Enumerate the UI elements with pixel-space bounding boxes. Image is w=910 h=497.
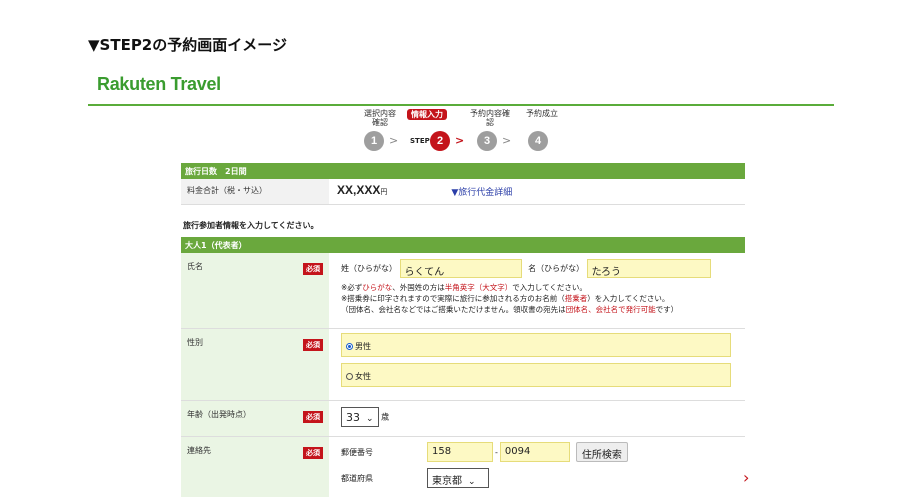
mei-input[interactable]: たろう [586,259,711,278]
step-tag: STEP [410,137,430,145]
zip-separator: - [495,447,498,457]
note-text: ※搭乗券に印字されますので実際に旅行に参加される方のお名前（ [341,294,565,303]
contact-row: 連絡先 必須 郵便番号 158 - 0094 住所検索 都道府県 東京都 ⌄ [181,437,745,497]
step-2-circle: 2 [430,131,450,151]
chevron-down-icon: ⌄ [468,477,476,487]
step-arrow: > [389,134,399,147]
fee-detail-link[interactable]: ▼旅行代金詳細 [451,179,512,204]
adult-1-bar: 大人1（代表者） [181,237,745,253]
required-badge: 必須 [303,263,323,275]
name-label: 氏名 必須 [181,253,329,328]
step-3-circle: 3 [477,131,497,151]
gender-female-option[interactable]: 女性 [341,363,731,387]
page-heading: ▼STEP2の予約画面イメージ [88,36,287,54]
zip2-input[interactable]: 0094 [499,442,570,462]
mei-label: 名（ひらがな） [528,264,585,273]
age-value: 33 [346,411,360,424]
pref-label: 都道府県 [341,473,373,483]
progress-steps: 選択内容 確認 情報入力 予約内容確 認 予約成立 1 > STEP 2 > 3… [352,108,582,156]
age-unit: 歳 [381,412,390,422]
note-text: ）を入力してください。 [587,294,670,303]
gender-row: 性別 必須 男性 女性 [181,329,745,401]
zip-label: 郵便番号 [341,447,373,457]
name-note: ※必ずひらがな、外国姓の方は半角英字（大文字）で入力してください。 ※搭乗券に印… [341,282,733,315]
step-arrow-active: > [455,134,465,147]
step-1-circle: 1 [364,131,384,151]
note-highlight: 団体名、会社名で発行可能 [565,305,656,314]
reservation-form: 旅行日数 2日間 料金合計（税・サ込） XX,XXX円 ▼旅行代金詳細 旅行参加… [181,163,745,497]
female-label: 女性 [355,372,371,381]
note-text: 、外国姓の方は [392,283,445,292]
step-2-label: 情報入力 [407,109,447,120]
instruction-text: 旅行参加者情報を入力してください。 [183,221,319,230]
note-text: で入力してください。 [512,283,587,292]
note-text: ※必ず [341,283,363,292]
zip-line: 郵便番号 158 - 0094 住所検索 [341,439,733,465]
fee-unit: 円 [380,189,388,196]
zip1-input[interactable]: 158 [427,442,493,462]
age-label-text: 年齢（出発時点） [187,410,251,419]
note-highlight: ひらがな [362,283,393,292]
male-label: 男性 [355,342,371,351]
name-label-text: 氏名 [187,262,203,271]
note-text: です） [655,305,679,314]
gender-body: 男性 女性 [329,329,745,400]
contact-label-text: 連絡先 [187,446,211,455]
pref-value: 東京都 [432,476,462,487]
note-text: （団体名、会社名などではご搭乗いただけません。領収書の宛先は [341,305,566,314]
fee-amount: XX,XXX円 [329,179,395,204]
gender-label: 性別 必須 [181,329,329,400]
age-body: 33 ⌄ 歳 [329,401,745,436]
step-4-label: 予約成立 [526,109,558,118]
name-body: 姓（ひらがな） らくてん 名（ひらがな） たろう ※必ずひらがな、外国姓の方は半… [329,253,745,328]
age-label: 年齢（出発時点） 必須 [181,401,329,436]
note-highlight: 半角英字（大文字） [444,283,513,292]
chevron-right-icon: › [743,468,750,487]
contact-label: 連絡先 必須 [181,437,329,497]
gender-label-text: 性別 [187,338,203,347]
required-badge: 必須 [303,411,323,423]
fee-row: 料金合計（税・サ込） XX,XXX円 ▼旅行代金詳細 [181,179,745,205]
rakuten-travel-logo: Rakuten Travel [97,74,221,94]
step-arrow: > [502,134,512,147]
step-1-label: 選択内容 確認 [364,109,396,127]
header-divider [88,104,834,106]
name-row: 氏名 必須 姓（ひらがな） らくてん 名（ひらがな） たろう ※必ずひらがな、外… [181,253,745,329]
required-badge: 必須 [303,447,323,459]
sei-input[interactable]: らくてん [399,259,522,278]
note-highlight: 搭乗者 [564,294,588,303]
fee-value: XX,XXX [337,183,381,197]
step-3-label: 予約内容確 認 [470,109,510,127]
trip-days-bar: 旅行日数 2日間 [181,163,745,179]
fee-label: 料金合計（税・サ込） [181,179,329,204]
address-search-button[interactable]: 住所検索 [575,442,628,462]
required-badge: 必須 [303,339,323,351]
sei-label: 姓（ひらがな） [341,264,397,273]
pref-select[interactable]: 東京都 ⌄ [427,468,489,488]
contact-body: 郵便番号 158 - 0094 住所検索 都道府県 東京都 ⌄ [329,437,745,497]
age-select[interactable]: 33 ⌄ [341,407,379,427]
pref-line: 都道府県 東京都 ⌄ [341,465,733,491]
age-row: 年齢（出発時点） 必須 33 ⌄ 歳 [181,401,745,437]
step-4-circle: 4 [528,131,548,151]
gender-male-option[interactable]: 男性 [341,333,731,357]
chevron-down-icon: ⌄ [366,414,374,424]
radio-selected-icon[interactable] [346,343,353,350]
radio-icon[interactable] [346,373,353,380]
